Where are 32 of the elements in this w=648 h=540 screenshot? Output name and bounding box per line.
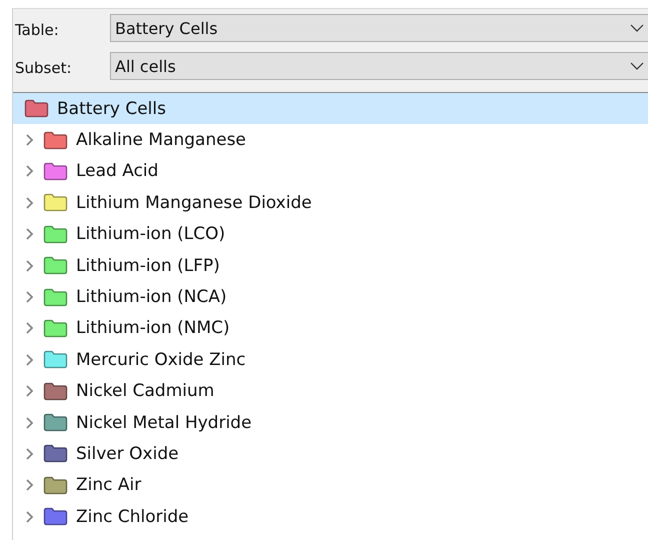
field-label: Subset: bbox=[15, 58, 73, 77]
tree-item[interactable]: Silver Oxide bbox=[13, 438, 648, 470]
tree-item[interactable]: Lithium-ion (LCO) bbox=[13, 218, 648, 250]
tree-item-label: Lead Acid bbox=[76, 161, 158, 182]
tree-item[interactable]: Lithium Manganese Dioxide bbox=[13, 187, 648, 219]
tree-item-label: Nickel Cadmium bbox=[76, 381, 214, 402]
tree-item[interactable]: Zinc Chloride bbox=[13, 501, 648, 532]
tree-item[interactable]: Lead Acid bbox=[13, 156, 648, 188]
tree-item[interactable]: Battery Cells bbox=[13, 93, 648, 124]
tree-item[interactable]: Lithium-ion (NCA) bbox=[13, 281, 648, 313]
tree-item-label: Lithium-ion (LCO) bbox=[76, 224, 226, 244]
tree-item-label: Battery Cells bbox=[57, 98, 166, 119]
tree-item-label: Silver Oxide bbox=[76, 444, 179, 464]
tree-item-label: Zinc Air bbox=[76, 475, 142, 496]
tree-item-label: Lithium Manganese Dioxide bbox=[76, 192, 312, 213]
field-label: Table: bbox=[15, 20, 60, 39]
tree-item[interactable]: Lithium-ion (NMC) bbox=[13, 312, 648, 344]
tree-item[interactable]: Zinc Air bbox=[13, 470, 648, 502]
dropdown[interactable]: All cells bbox=[110, 52, 648, 80]
tree-item-label: Mercuric Oxide Zinc bbox=[76, 350, 246, 370]
tree-item-label: Zinc Chloride bbox=[76, 506, 189, 527]
tree-item[interactable]: Nickel Cadmium bbox=[13, 376, 648, 407]
tree-item-label: Alkaline Manganese bbox=[76, 130, 246, 150]
tree-item[interactable]: Alkaline Manganese bbox=[13, 124, 648, 156]
tree-item[interactable]: Mercuric Oxide Zinc bbox=[13, 344, 648, 376]
tree-item-label: Lithium-ion (NMC) bbox=[76, 318, 230, 338]
tree-item[interactable]: Lithium-ion (LFP) bbox=[13, 250, 648, 282]
tree-item-label: Lithium-ion (NCA) bbox=[76, 287, 227, 308]
tree-item-label: Nickel Metal Hydride bbox=[76, 412, 252, 433]
dropdown[interactable]: Battery Cells bbox=[110, 14, 648, 42]
tree-item[interactable]: Nickel Metal Hydride bbox=[13, 406, 648, 438]
tree-item-label: Lithium-ion (LFP) bbox=[76, 256, 220, 276]
